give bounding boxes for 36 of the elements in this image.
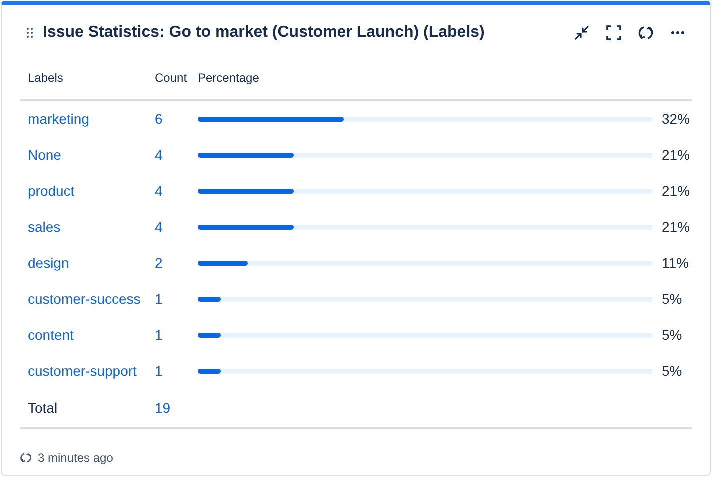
- percentage-text: 21%: [662, 219, 690, 235]
- updated-time: 3 minutes ago: [38, 451, 114, 465]
- total-count-link[interactable]: 19: [155, 400, 171, 416]
- count-link[interactable]: 1: [155, 363, 163, 379]
- count-link[interactable]: 1: [155, 327, 163, 343]
- count-link[interactable]: 4: [155, 147, 163, 163]
- label-link[interactable]: sales: [28, 219, 61, 235]
- count-link[interactable]: 4: [155, 183, 163, 199]
- minimize-icon[interactable]: [574, 25, 590, 41]
- label-link[interactable]: customer-support: [28, 363, 137, 379]
- label-link[interactable]: customer-success: [28, 291, 141, 307]
- percentage-text: 5%: [662, 327, 682, 343]
- refresh-icon[interactable]: [20, 452, 32, 464]
- fullscreen-icon[interactable]: [606, 25, 622, 41]
- percentage-text: 5%: [662, 363, 682, 379]
- percentage-text: 21%: [662, 183, 690, 199]
- percentage-text: 5%: [662, 291, 682, 307]
- total-label: Total: [28, 400, 58, 416]
- percentage-text: 32%: [662, 111, 690, 127]
- refresh-icon[interactable]: [638, 25, 654, 41]
- count-link[interactable]: 6: [155, 111, 163, 127]
- column-header: Labels: [28, 71, 64, 85]
- percentage-text: 21%: [662, 147, 690, 163]
- percentage-text: 11%: [662, 255, 689, 271]
- label-link[interactable]: content: [28, 327, 74, 343]
- label-link[interactable]: product: [28, 183, 75, 199]
- label-link[interactable]: None: [28, 147, 62, 163]
- label-link[interactable]: marketing: [28, 111, 90, 127]
- column-header: Count: [155, 71, 188, 85]
- label-link[interactable]: design: [28, 255, 70, 271]
- count-link[interactable]: 1: [155, 291, 163, 307]
- count-link[interactable]: 4: [155, 219, 163, 235]
- drag-handle-icon[interactable]: [26, 27, 34, 39]
- column-header: Percentage: [198, 71, 260, 85]
- count-link[interactable]: 2: [155, 255, 163, 271]
- gadget-title: Issue Statistics: Go to market (Customer Launch) (Labels): [43, 24, 485, 42]
